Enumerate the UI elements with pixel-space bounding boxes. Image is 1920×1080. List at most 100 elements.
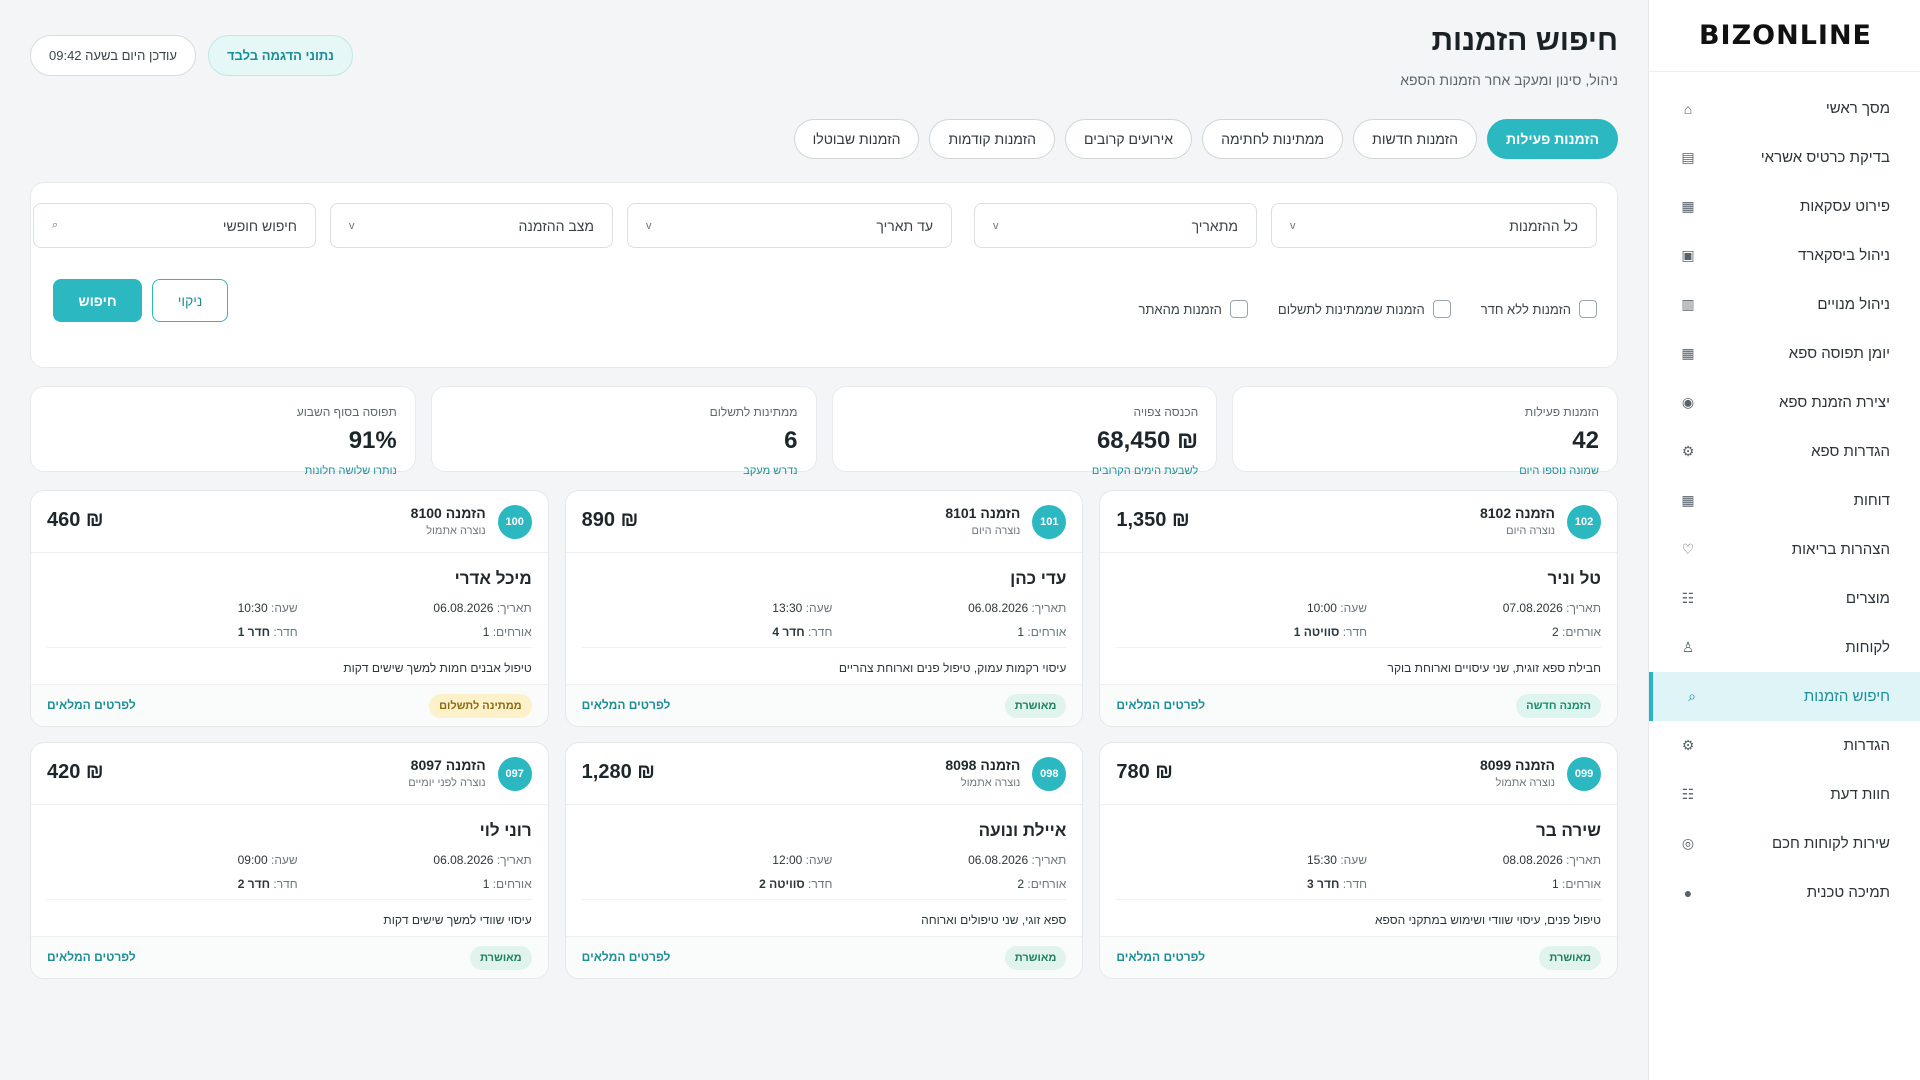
- sidebar-item[interactable]: יומן תפוסה ספא ▦: [1649, 329, 1920, 378]
- stat-value: 42: [1572, 427, 1599, 454]
- order-tabs: הזמנות פעילות הזמנות חדשות ממתינות לחתימה א…: [793, 119, 1618, 159]
- order-number-badge: 102: [1567, 505, 1601, 539]
- order-time: שעה: 15:30: [1307, 853, 1367, 867]
- chevron-down-icon: v: [646, 219, 652, 232]
- order-price: ₪ 890: [581, 509, 639, 531]
- search-button[interactable]: חיפוש: [53, 279, 142, 322]
- order-time-value: 09:00: [237, 853, 268, 867]
- order-date: תאריך: 08.08.2026: [1503, 853, 1601, 867]
- sidebar-item[interactable]: פירוט עסקאות ▦: [1649, 182, 1920, 231]
- customer-name: רוני לוי: [479, 821, 532, 840]
- no-room-checkbox[interactable]: הזמנות ללא חדר: [1481, 300, 1597, 318]
- status-select[interactable]: מצב ההזמנה v: [330, 203, 613, 248]
- order-guests-label: אורחים:: [1562, 877, 1601, 891]
- checkbox-box[interactable]: [1579, 300, 1597, 318]
- order-date: תאריך: 06.08.2026: [968, 853, 1066, 867]
- chevron-down-icon: v: [349, 219, 355, 232]
- order-card-header: 101 הזמנה 8101 נוצרה היום ₪ 890: [565, 491, 1083, 553]
- tab-0[interactable]: הזמנות פעילות: [1487, 119, 1618, 159]
- subscriptions-icon: ▥: [1681, 296, 1695, 312]
- order-created: נוצרה היום: [1506, 525, 1555, 537]
- all-orders-select[interactable]: כל ההזמנות v: [1271, 203, 1597, 248]
- order-guests: אורחים: 1: [1017, 625, 1066, 639]
- checkbox-box[interactable]: [1432, 300, 1451, 318]
- full-details-link[interactable]: לפרטים המלאים: [47, 698, 136, 712]
- filter-checkboxes: הזמנות ללא חדר הזמנות שממתינות לתשלום הז…: [1139, 300, 1597, 318]
- tab-1[interactable]: הזמנות חדשות: [1353, 119, 1478, 159]
- sidebar-item[interactable]: בדיקת כרטיס אשראי ▤: [1649, 133, 1920, 182]
- stat-note: נותרו שלושה חלונות: [304, 465, 397, 477]
- order-time: שעה: 10:30: [238, 601, 298, 615]
- table-icon: ▦: [1681, 198, 1695, 214]
- stat-note: לשבעת הימים הקרובים: [1091, 465, 1199, 477]
- sidebar-item[interactable]: ניהול ביסקארד ▣: [1649, 231, 1920, 280]
- tab-2[interactable]: ממתינות לחתימה: [1202, 119, 1344, 159]
- reviews-icon: ☷: [1681, 786, 1695, 802]
- tab-5[interactable]: הזמנות שבוטלו: [793, 119, 920, 159]
- to-date-field[interactable]: עד תאריך v: [627, 203, 952, 248]
- order-card-footer: מאושרת לפרטים המלאים: [1100, 936, 1617, 978]
- sidebar-item[interactable]: הגדרות ⚙: [1649, 721, 1920, 770]
- stat-title: הזמנות פעילות: [1524, 405, 1599, 419]
- status-badge: מאושרת: [470, 946, 532, 970]
- settings-icon: ⚙: [1681, 737, 1695, 753]
- from-site-checkbox[interactable]: הזמנות מהאתר: [1139, 300, 1248, 318]
- sidebar-item[interactable]: דוחות ▦: [1649, 476, 1920, 525]
- sidebar-item[interactable]: הגדרות ספא ⚙: [1649, 427, 1920, 476]
- sidebar-item[interactable]: חוות דעת ☷: [1649, 770, 1920, 819]
- checkbox-box[interactable]: [1229, 300, 1248, 318]
- free-search-input[interactable]: חיפוש חופשי ⌕: [33, 203, 316, 248]
- stat-card: הכנסה צפויה ₪ 68,450 לשבעת הימים הקרובים: [831, 386, 1218, 477]
- search-icon: ⌕: [1688, 688, 1696, 704]
- order-time-value: 10:30: [237, 601, 268, 615]
- order-date-value: 08.08.2026: [1502, 853, 1563, 867]
- from-date-field[interactable]: מתאריך v: [974, 203, 1257, 248]
- from-date-label: מתאריך: [1191, 217, 1238, 234]
- order-time: שעה: 13:30: [772, 601, 832, 615]
- order-price: ₪ 420: [47, 761, 104, 783]
- full-details-link[interactable]: לפרטים המלאים: [582, 950, 671, 964]
- pending-payment-checkbox[interactable]: הזמנות שממתינות לתשלום: [1278, 300, 1451, 318]
- sidebar-item[interactable]: ניהול מנויים ▥: [1649, 280, 1920, 329]
- order-card-footer: מאושרת לפרטים המלאים: [565, 684, 1083, 726]
- full-details-link[interactable]: לפרטים המלאים: [1116, 698, 1205, 712]
- order-date-label: תאריך:: [1566, 853, 1601, 867]
- status-badge: הזמנה חדשה: [1516, 694, 1601, 718]
- full-details-link[interactable]: לפרטים המלאים: [47, 950, 136, 964]
- tab-4[interactable]: הזמנות קודמות: [929, 119, 1056, 159]
- order-time: שעה: 12:00: [772, 853, 832, 867]
- sidebar-item[interactable]: מוצרים ☷: [1649, 574, 1920, 623]
- order-card: 097 הזמנה 8097 נוצרה לפני יומיים ₪ 420 רוני …: [30, 742, 549, 979]
- order-room-label: חדר:: [1342, 877, 1367, 891]
- support-icon: ◎: [1681, 835, 1695, 851]
- order-guests-value: 1: [1017, 625, 1025, 639]
- sidebar: BIZONLINE מסך ראשי ⌂ בדיקת כרטיס אשראי ▤ פיר…: [1648, 0, 1920, 1080]
- order-card: 101 הזמנה 8101 נוצרה היום ₪ 890 עדי כהן תאריך…: [564, 490, 1084, 727]
- order-title: הזמנה 8101: [945, 505, 1021, 521]
- full-details-link[interactable]: לפרטים המלאים: [582, 698, 671, 712]
- customer-name: עדי כהן: [1010, 569, 1067, 588]
- order-room-label: חדר:: [273, 625, 298, 639]
- order-time-label: שעה:: [270, 601, 298, 615]
- sidebar-item[interactable]: לקוחות ♙: [1649, 623, 1920, 672]
- clear-button[interactable]: ניקוי: [152, 279, 228, 322]
- sidebar-item[interactable]: הצהרות בריאות ♡: [1649, 525, 1920, 574]
- sidebar-item[interactable]: חיפוש הזמנות ⌕: [1649, 672, 1920, 721]
- status-badge: מאושרת: [1004, 946, 1067, 970]
- order-price: ₪ 1,280: [581, 761, 655, 783]
- order-guests-label: אורחים:: [492, 625, 532, 639]
- sidebar-item[interactable]: שירות לקוחות חכם ◎: [1649, 819, 1920, 868]
- order-date-label: תאריך:: [1031, 601, 1067, 615]
- pending-payment-label: הזמנות שממתינות לתשלום: [1277, 301, 1425, 317]
- full-details-link[interactable]: לפרטים המלאים: [1116, 950, 1205, 964]
- brand-logo[interactable]: BIZONLINE: [1649, 0, 1920, 72]
- sidebar-item[interactable]: תמיכה טכנית ●: [1649, 868, 1920, 917]
- order-room-value: חדר 1: [237, 625, 271, 639]
- tab-3[interactable]: אירועים קרובים: [1065, 119, 1193, 159]
- sidebar-item[interactable]: מסך ראשי ⌂: [1649, 84, 1920, 133]
- sidebar-item[interactable]: יצירת הזמנת ספא ◉: [1649, 378, 1920, 427]
- page-title: חיפוש הזמנות: [1431, 24, 1619, 57]
- order-room-value: סוויטה 1: [1293, 625, 1340, 639]
- order-date-label: תאריך:: [1031, 853, 1067, 867]
- brand-name: BIZONLINE: [1698, 20, 1872, 51]
